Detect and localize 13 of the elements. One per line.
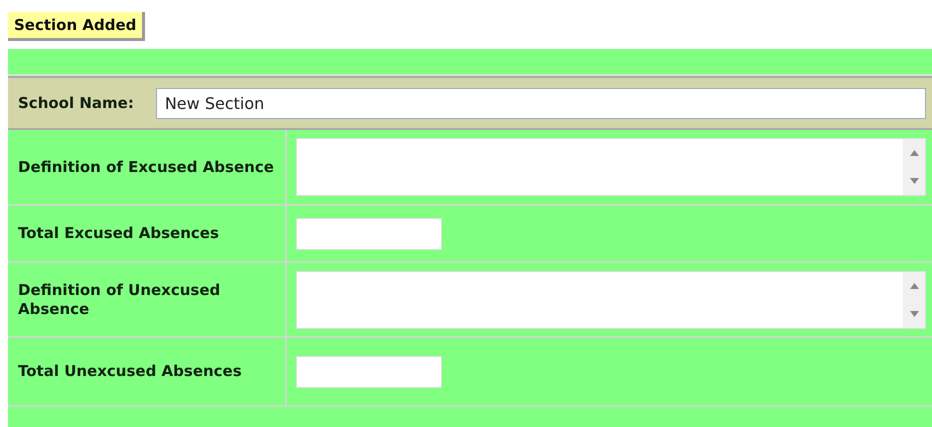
input-field[interactable]	[296, 218, 442, 250]
scroll-up-icon[interactable]	[910, 282, 918, 288]
field-label: Total Excused Absences	[18, 224, 219, 243]
scroll-down-icon[interactable]	[910, 178, 918, 184]
section-added-button[interactable]: Section Added	[8, 12, 146, 41]
field-label: Definition of Unexcused Absence	[18, 280, 222, 318]
field-label: Definition of Excused Absence	[18, 158, 274, 176]
scroll-up-icon[interactable]	[910, 150, 918, 156]
field-label: Total Unexcused Absences	[18, 362, 242, 381]
input-field[interactable]	[296, 356, 442, 388]
field-label: School Name:	[18, 94, 134, 112]
scroll-down-icon[interactable]	[910, 310, 918, 316]
school-name-input[interactable]: New Section	[156, 88, 926, 118]
